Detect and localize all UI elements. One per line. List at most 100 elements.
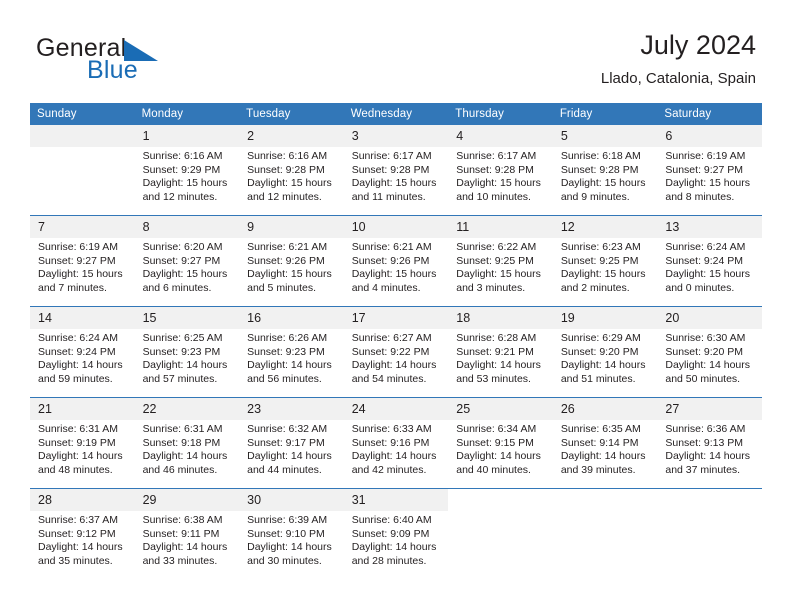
day-cell[interactable] xyxy=(657,488,762,579)
day-number: 24 xyxy=(343,398,449,420)
sunrise-text: Sunrise: 6:16 AM xyxy=(142,150,223,162)
brand-logo[interactable]: General Blue xyxy=(36,36,246,92)
day-details xyxy=(553,511,658,514)
daylight-text-line1: Daylight: 14 hours xyxy=(247,541,332,554)
day-cell-inner: 4 Sunrise: 6:17 AM Sunset: 9:28 PM Dayli… xyxy=(448,125,553,215)
day-cell[interactable]: 31 Sunrise: 6:40 AM Sunset: 9:09 PM Dayl… xyxy=(343,488,449,579)
day-cell[interactable]: 24 Sunrise: 6:33 AM Sunset: 9:16 PM Dayl… xyxy=(343,397,449,489)
page-subtitle: Llado, Catalonia, Spain xyxy=(600,70,756,88)
sunset-text: Sunset: 9:20 PM xyxy=(665,345,744,358)
daylight-text-line1: Daylight: 14 hours xyxy=(142,541,228,554)
day-cell[interactable]: 21 Sunrise: 6:31 AM Sunset: 9:19 PM Dayl… xyxy=(30,397,135,489)
day-cell-inner: 25 Sunrise: 6:34 AM Sunset: 9:15 PM Dayl… xyxy=(448,398,553,488)
day-cell[interactable]: 12 Sunrise: 6:23 AM Sunset: 9:25 PM Dayl… xyxy=(552,215,658,307)
sunset-text: Sunset: 9:23 PM xyxy=(247,345,325,358)
day-cell[interactable]: 28 Sunrise: 6:37 AM Sunset: 9:12 PM Dayl… xyxy=(30,488,135,579)
sunrise-text: Sunrise: 6:23 AM xyxy=(560,241,641,253)
weekday-header-sunday: Sunday xyxy=(30,103,135,125)
sunset-text: Sunset: 9:22 PM xyxy=(351,345,430,358)
daylight-text-line2: and 6 minutes. xyxy=(142,281,212,294)
sunset-text: Sunset: 9:10 PM xyxy=(247,527,325,540)
day-cell[interactable]: 10 Sunrise: 6:21 AM Sunset: 9:26 PM Dayl… xyxy=(343,215,449,307)
day-cell[interactable] xyxy=(552,488,658,579)
sunrise-text: Sunrise: 6:34 AM xyxy=(456,423,537,435)
day-cell[interactable]: 6 Sunrise: 6:19 AM Sunset: 9:27 PM Dayli… xyxy=(657,125,762,216)
day-number: 16 xyxy=(239,307,344,329)
day-cell[interactable]: 30 Sunrise: 6:39 AM Sunset: 9:10 PM Dayl… xyxy=(239,488,344,579)
sunrise-text: Sunrise: 6:27 AM xyxy=(351,332,432,344)
day-cell[interactable]: 9 Sunrise: 6:21 AM Sunset: 9:26 PM Dayli… xyxy=(239,215,344,307)
daylight-text-line2: and 44 minutes. xyxy=(247,463,322,476)
daylight-text-line2: and 53 minutes. xyxy=(456,372,531,385)
day-number: 1 xyxy=(134,125,240,147)
day-details: Sunrise: 6:20 AM Sunset: 9:27 PM Dayligh… xyxy=(135,238,240,295)
day-cell[interactable]: 23 Sunrise: 6:32 AM Sunset: 9:17 PM Dayl… xyxy=(239,397,344,489)
page-title: July 2024 xyxy=(640,30,756,60)
day-cell[interactable]: 7 Sunrise: 6:19 AM Sunset: 9:27 PM Dayli… xyxy=(30,215,135,307)
day-cell[interactable] xyxy=(30,125,135,216)
day-cell[interactable]: 11 Sunrise: 6:22 AM Sunset: 9:25 PM Dayl… xyxy=(448,215,553,307)
day-number: 14 xyxy=(30,307,135,329)
day-cell[interactable]: 19 Sunrise: 6:29 AM Sunset: 9:20 PM Dayl… xyxy=(552,306,658,398)
day-cell[interactable]: 29 Sunrise: 6:38 AM Sunset: 9:11 PM Dayl… xyxy=(134,488,240,579)
sunset-text: Sunset: 9:12 PM xyxy=(38,527,116,540)
day-details: Sunrise: 6:25 AM Sunset: 9:23 PM Dayligh… xyxy=(135,329,240,386)
day-cell[interactable]: 27 Sunrise: 6:36 AM Sunset: 9:13 PM Dayl… xyxy=(657,397,762,489)
day-cell[interactable]: 22 Sunrise: 6:31 AM Sunset: 9:18 PM Dayl… xyxy=(134,397,240,489)
daylight-text-line2: and 5 minutes. xyxy=(247,281,317,294)
daylight-text-line1: Daylight: 15 hours xyxy=(456,177,541,190)
day-number: 29 xyxy=(134,489,240,511)
day-cell-inner xyxy=(657,489,762,579)
day-details: Sunrise: 6:17 AM Sunset: 9:28 PM Dayligh… xyxy=(448,147,553,204)
day-number: 26 xyxy=(552,398,658,420)
day-cell-inner: 19 Sunrise: 6:29 AM Sunset: 9:20 PM Dayl… xyxy=(552,307,658,397)
sunset-text: Sunset: 9:23 PM xyxy=(142,345,221,358)
calendar-table: Sunday Monday Tuesday Wednesday Thursday… xyxy=(30,103,762,579)
day-cell[interactable]: 5 Sunrise: 6:18 AM Sunset: 9:28 PM Dayli… xyxy=(552,125,658,216)
calendar-page: General Blue July 2024 Llado, Catalonia,… xyxy=(0,0,792,612)
daylight-text-line2: and 59 minutes. xyxy=(38,372,113,385)
sunrise-text: Sunrise: 6:17 AM xyxy=(351,150,432,162)
sunrise-text: Sunrise: 6:21 AM xyxy=(351,241,432,253)
day-cell[interactable]: 15 Sunrise: 6:25 AM Sunset: 9:23 PM Dayl… xyxy=(134,306,240,398)
day-number xyxy=(30,125,135,147)
day-cell[interactable]: 13 Sunrise: 6:24 AM Sunset: 9:24 PM Dayl… xyxy=(657,215,762,307)
daylight-text-line1: Daylight: 14 hours xyxy=(351,450,437,463)
sunrise-text: Sunrise: 6:31 AM xyxy=(38,423,118,435)
day-number: 22 xyxy=(134,398,240,420)
day-cell[interactable]: 1 Sunrise: 6:16 AM Sunset: 9:29 PM Dayli… xyxy=(134,125,240,216)
day-cell[interactable]: 2 Sunrise: 6:16 AM Sunset: 9:28 PM Dayli… xyxy=(239,125,344,216)
day-details: Sunrise: 6:22 AM Sunset: 9:25 PM Dayligh… xyxy=(448,238,553,295)
day-cell[interactable]: 20 Sunrise: 6:30 AM Sunset: 9:20 PM Dayl… xyxy=(657,306,762,398)
daylight-text-line2: and 12 minutes. xyxy=(247,190,322,203)
day-cell[interactable]: 25 Sunrise: 6:34 AM Sunset: 9:15 PM Dayl… xyxy=(448,397,553,489)
sunset-text: Sunset: 9:29 PM xyxy=(142,163,221,176)
daylight-text-line2: and 3 minutes. xyxy=(456,281,526,294)
day-cell-inner: 17 Sunrise: 6:27 AM Sunset: 9:22 PM Dayl… xyxy=(343,307,449,397)
day-cell[interactable]: 8 Sunrise: 6:20 AM Sunset: 9:27 PM Dayli… xyxy=(134,215,240,307)
day-cell-inner: 12 Sunrise: 6:23 AM Sunset: 9:25 PM Dayl… xyxy=(552,216,658,306)
day-cell[interactable]: 14 Sunrise: 6:24 AM Sunset: 9:24 PM Dayl… xyxy=(30,306,135,398)
daylight-text-line1: Daylight: 15 hours xyxy=(142,268,228,281)
sunset-text: Sunset: 9:28 PM xyxy=(351,163,430,176)
sunrise-text: Sunrise: 6:32 AM xyxy=(247,423,328,435)
daylight-text-line1: Daylight: 14 hours xyxy=(38,450,123,463)
sunset-text: Sunset: 9:27 PM xyxy=(665,163,744,176)
daylight-text-line1: Daylight: 15 hours xyxy=(560,177,646,190)
day-cell-inner: 30 Sunrise: 6:39 AM Sunset: 9:10 PM Dayl… xyxy=(239,489,344,579)
day-details xyxy=(657,511,762,514)
daylight-text-line1: Daylight: 14 hours xyxy=(351,359,437,372)
day-cell[interactable]: 4 Sunrise: 6:17 AM Sunset: 9:28 PM Dayli… xyxy=(448,125,553,216)
day-cell[interactable]: 16 Sunrise: 6:26 AM Sunset: 9:23 PM Dayl… xyxy=(239,306,344,398)
day-cell[interactable]: 3 Sunrise: 6:17 AM Sunset: 9:28 PM Dayli… xyxy=(343,125,449,216)
sunset-text: Sunset: 9:28 PM xyxy=(456,163,534,176)
day-details: Sunrise: 6:38 AM Sunset: 9:11 PM Dayligh… xyxy=(135,511,240,568)
day-cell[interactable]: 26 Sunrise: 6:35 AM Sunset: 9:14 PM Dayl… xyxy=(552,397,658,489)
day-cell-inner: 7 Sunrise: 6:19 AM Sunset: 9:27 PM Dayli… xyxy=(30,216,135,306)
daylight-text-line2: and 30 minutes. xyxy=(247,554,322,567)
day-cell[interactable]: 18 Sunrise: 6:28 AM Sunset: 9:21 PM Dayl… xyxy=(448,306,553,398)
day-cell[interactable] xyxy=(448,488,553,579)
day-cell[interactable]: 17 Sunrise: 6:27 AM Sunset: 9:22 PM Dayl… xyxy=(343,306,449,398)
sunset-text: Sunset: 9:19 PM xyxy=(38,436,116,449)
day-details: Sunrise: 6:35 AM Sunset: 9:14 PM Dayligh… xyxy=(553,420,658,477)
